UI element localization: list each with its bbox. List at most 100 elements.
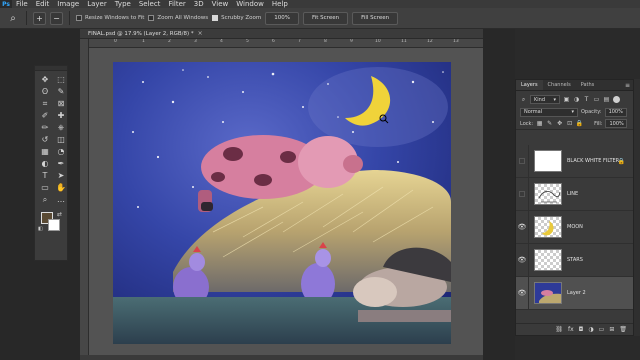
ruler-number: 11: [401, 39, 407, 44]
layer-row[interactable]: 👁 MOON: [516, 210, 633, 244]
lock-icon: 🔒: [617, 157, 625, 165]
menu-help[interactable]: Help: [268, 0, 292, 8]
filter-toggle[interactable]: [613, 96, 620, 103]
adjustment-icon[interactable]: ◑: [588, 326, 593, 333]
scrubby-zoom-checkbox[interactable]: Scrubby Zoom: [212, 15, 261, 21]
menu-filter[interactable]: Filter: [164, 0, 189, 8]
checkbox-box[interactable]: [148, 15, 155, 21]
trash-icon[interactable]: 🗑: [619, 326, 627, 333]
layer-row-selected[interactable]: 👁 Layer 2: [516, 276, 633, 310]
adjustment-filter-icon[interactable]: ◑: [573, 96, 580, 103]
menu-edit[interactable]: Edit: [32, 0, 54, 8]
checkbox-box[interactable]: [212, 15, 219, 21]
fit-screen-button[interactable]: Fit Screen: [302, 11, 349, 25]
healing-icon[interactable]: ✚: [54, 110, 68, 121]
stamp-icon[interactable]: ⎈: [54, 122, 68, 133]
layer-thumbnail: [534, 249, 562, 271]
lasso-icon[interactable]: ʘ: [38, 86, 52, 97]
new-layer-icon[interactable]: ⊞: [609, 326, 614, 333]
mask-icon[interactable]: ◘: [579, 326, 584, 333]
ruler-vertical[interactable]: [80, 39, 89, 360]
visibility-toggle[interactable]: 👁: [516, 276, 529, 310]
visibility-toggle[interactable]: [516, 144, 529, 178]
eyedropper-icon[interactable]: ✐: [38, 110, 52, 121]
type-icon[interactable]: T: [38, 170, 52, 181]
document-tab[interactable]: FINAL.psd @ 17.9% (Layer 2, RGB/8) * ×: [80, 29, 483, 39]
fill-input[interactable]: 100%: [605, 119, 628, 128]
zoom-100-button[interactable]: 100%: [265, 11, 299, 25]
ruler-number: 10: [375, 39, 381, 44]
visibility-toggle[interactable]: [516, 177, 529, 211]
layer-filter-row: ⌕ Kind ▾ ▣ ◑ T ▭ ▤: [516, 93, 633, 106]
lock-transparent-icon[interactable]: ▦: [536, 120, 543, 127]
options-bar: ⌕ + − Resize Windows to Fit Zoom All Win…: [0, 8, 640, 29]
layer-row[interactable]: LINE: [516, 177, 633, 211]
crop-icon[interactable]: ⌗: [38, 98, 52, 109]
menu-type[interactable]: Type: [111, 0, 135, 8]
opacity-value: 100%: [608, 109, 623, 115]
zoom-tool-icon[interactable]: ⌕: [6, 11, 20, 25]
close-icon[interactable]: ×: [198, 30, 203, 37]
group-icon[interactable]: ▭: [599, 326, 605, 333]
eraser-icon[interactable]: ◫: [54, 134, 68, 145]
zoom-icon[interactable]: ⌕: [38, 194, 52, 205]
blend-mode-select[interactable]: Normal ▾: [520, 107, 578, 117]
gradient-icon[interactable]: ▦: [38, 146, 52, 157]
zoom-all-windows-checkbox[interactable]: Zoom All Windows: [148, 15, 208, 21]
shape-filter-icon[interactable]: ▭: [593, 96, 600, 103]
background-color-swatch[interactable]: [48, 219, 60, 231]
frame-icon[interactable]: ⊠: [54, 98, 68, 109]
lock-all-icon[interactable]: 🔒: [576, 120, 583, 127]
tab-channels[interactable]: Channels: [543, 80, 576, 90]
swap-colors-icon[interactable]: ⇄: [57, 211, 62, 218]
menu-view[interactable]: View: [208, 0, 233, 8]
pixel-filter-icon[interactable]: ▣: [563, 96, 570, 103]
tool-grid: ✥ ⬚ ʘ ✎ ⌗ ⊠ ✐ ✚ ✏ ⎈ ↺ ◫ ▦ ◔ ◐ ✒ T ➤ ▭ ✋ …: [35, 71, 67, 208]
lock-artboard-icon[interactable]: ⊡: [566, 120, 573, 127]
path-select-icon[interactable]: ➤: [54, 170, 68, 181]
more-icon[interactable]: …: [54, 194, 68, 205]
menu-layer[interactable]: Layer: [83, 0, 111, 8]
opacity-input[interactable]: 100%: [604, 107, 627, 117]
pen-icon[interactable]: ✒: [54, 158, 68, 169]
history-brush-icon[interactable]: ↺: [38, 134, 52, 145]
zoom-out-button[interactable]: −: [50, 11, 63, 25]
marquee-icon[interactable]: ⬚: [54, 74, 68, 85]
checkbox-box[interactable]: [76, 15, 82, 21]
menu-file[interactable]: File: [12, 0, 32, 8]
menu-3d[interactable]: 3D: [190, 0, 208, 8]
visibility-toggle[interactable]: 👁: [516, 243, 529, 277]
resize-windows-checkbox[interactable]: Resize Windows to Fit: [76, 15, 144, 21]
fill-screen-button[interactable]: Fill Screen: [352, 11, 399, 25]
layer-row[interactable]: BLACK WHITE FILTER 🔒: [516, 144, 633, 178]
menu-image[interactable]: Image: [53, 0, 83, 8]
menu-window[interactable]: Window: [232, 0, 268, 8]
lock-position-icon[interactable]: ✥: [556, 120, 563, 127]
shape-icon[interactable]: ▭: [38, 182, 52, 193]
default-colors-icon[interactable]: ◧: [38, 226, 43, 232]
blur-icon[interactable]: ◔: [54, 146, 68, 157]
hand-icon[interactable]: ✋: [54, 182, 68, 193]
panel-scrollbar[interactable]: [634, 79, 640, 336]
ruler-horizontal[interactable]: 0 1 2 3 4 5 6 7 8 9 10 11 12 13: [89, 39, 483, 48]
menu-select[interactable]: Select: [135, 0, 165, 8]
move-icon[interactable]: ✥: [38, 74, 52, 85]
tab-paths[interactable]: Paths: [576, 80, 600, 90]
document-window: FINAL.psd @ 17.9% (Layer 2, RGB/8) * × 0…: [80, 29, 483, 360]
dodge-icon[interactable]: ◐: [38, 158, 52, 169]
document-canvas[interactable]: [113, 62, 451, 344]
visibility-toggle[interactable]: 👁: [516, 210, 529, 244]
quick-select-icon[interactable]: ✎: [54, 86, 68, 97]
fx-icon[interactable]: fx: [568, 326, 574, 333]
type-filter-icon[interactable]: T: [583, 96, 590, 103]
chevron-down-icon: ▾: [553, 96, 556, 103]
layer-row[interactable]: 👁 STARS: [516, 243, 633, 277]
tab-layers[interactable]: Layers: [516, 80, 543, 90]
link-icon[interactable]: ⛓: [555, 326, 563, 333]
zoom-in-button[interactable]: +: [33, 11, 46, 25]
smart-object-filter-icon[interactable]: ▤: [603, 96, 610, 103]
brush-icon[interactable]: ✏: [38, 122, 52, 133]
filter-kind-select[interactable]: Kind ▾: [530, 95, 560, 104]
lock-image-icon[interactable]: ✎: [546, 120, 553, 127]
panel-menu-icon[interactable]: ≡: [625, 82, 630, 89]
